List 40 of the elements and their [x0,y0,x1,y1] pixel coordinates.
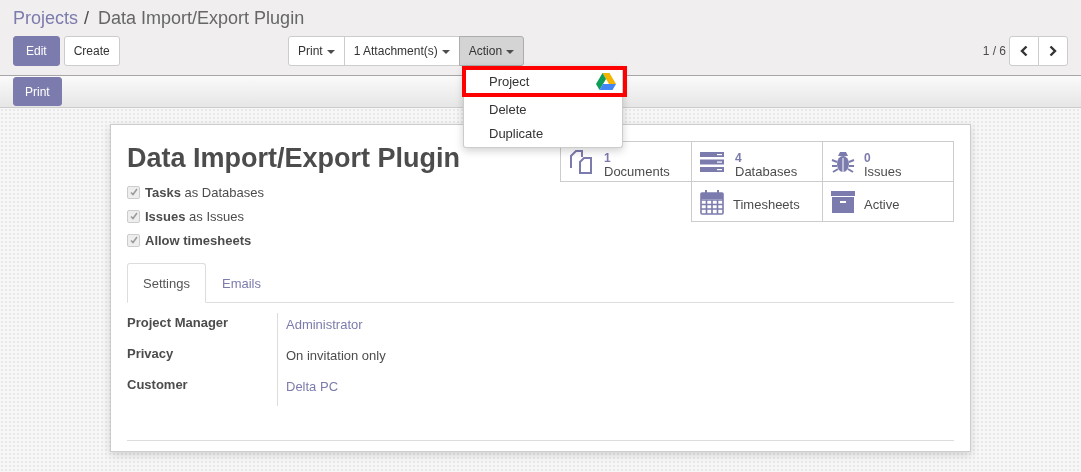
checkbox-label: Allow timesheets [145,232,252,248]
breadcrumb-separator: / [84,7,90,29]
breadcrumb-current: Data Import/Export Plugin [98,7,305,29]
tab[interactable]: Emails [206,263,277,303]
field-value: On invitation only [277,344,954,375]
create-button[interactable]: Create [63,36,120,66]
dropdown-button[interactable]: 1 Attachment(s) [343,36,460,66]
checkbox[interactable] [127,233,140,247]
caret-icon [441,49,450,54]
checkbox[interactable] [127,209,140,223]
field-link[interactable]: Delta PC [277,375,954,406]
field-label: Privacy [127,345,175,363]
checkbox[interactable] [127,185,140,199]
dropdown-button[interactable]: Print [288,36,345,66]
print-button[interactable]: Print [13,77,62,106]
calendar-icon [700,188,724,215]
checkbox-label: Issues as Issues [145,208,244,224]
caret-icon [326,49,335,54]
edit-button[interactable]: Edit [13,36,60,66]
database-icon [700,150,726,173]
menu-item[interactable]: Duplicate [464,121,622,145]
menu-item[interactable]: Delete [464,97,622,121]
bug-icon [831,149,855,174]
field-label: Customer [127,376,189,394]
tab[interactable]: Settings [127,263,206,303]
field-link[interactable]: Administrator [277,313,954,344]
chevron-left-icon [1020,45,1028,57]
chevron-right-icon [1049,45,1057,57]
previous-button[interactable] [1009,36,1039,66]
next-button[interactable] [1038,36,1068,66]
archive-box-icon [831,190,855,213]
highlighted-menu-item[interactable]: Project [462,66,627,97]
field-label: Project Manager [127,314,230,332]
documents-icon [569,148,595,175]
dropdown-button[interactable]: Action [458,36,525,66]
caret-icon [506,49,515,54]
checkbox-label: Tasks as Databases [145,184,264,200]
triangle-logo-icon [596,73,616,90]
record-title: Data Import/Export Plugin [127,143,461,174]
pager-counter: 1 / 6 [982,44,1006,58]
